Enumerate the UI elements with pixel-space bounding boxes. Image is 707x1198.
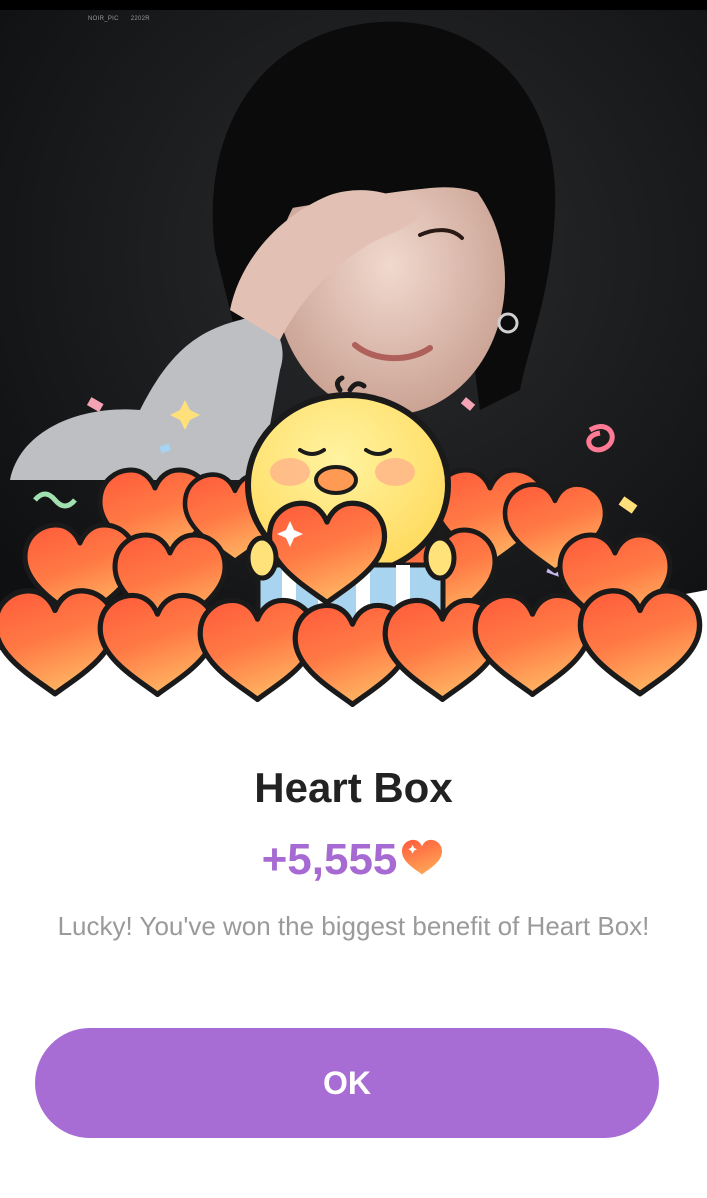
status-bar [0,0,707,10]
reward-amount-row: +5,555 [0,834,707,886]
watermark-right: 2202R [130,16,150,22]
watermark-left: NOIR_PIC [88,16,119,22]
photo-watermark: NOIR_PIC 2202R [88,16,160,22]
reward-message: Lucky! You've won the biggest benefit of… [57,911,650,941]
heart-box-reward-screen: NOIR_PIC 2202R Heart Box +5,555 Lucky! Y… [0,0,707,1198]
heart-pile-illustration [0,10,707,710]
reward-amount: +5,555 [261,835,398,884]
ok-button[interactable]: OK [35,1028,659,1138]
hero-illustration: NOIR_PIC 2202R [0,10,707,710]
dialog-title: Heart Box [254,764,453,811]
heart-icon [402,839,443,875]
